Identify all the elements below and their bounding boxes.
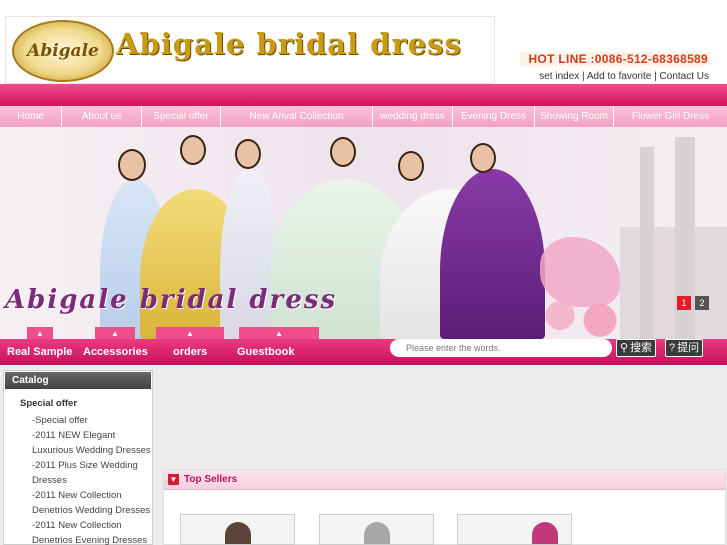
search-icon: ⚲ bbox=[620, 342, 629, 354]
product-image bbox=[532, 522, 558, 544]
slide-button-1[interactable]: 1 bbox=[677, 296, 691, 310]
model-head bbox=[180, 135, 206, 165]
banner-caption: Abigale bridal dress bbox=[5, 285, 338, 315]
sub-accessories[interactable]: Accessories bbox=[83, 346, 148, 358]
model-head bbox=[235, 139, 261, 169]
top-sellers-header: ▼ Top Sellers bbox=[164, 470, 725, 490]
search-button-label: 搜索 bbox=[630, 342, 653, 354]
ask-button-label: 提问 bbox=[677, 342, 700, 354]
search-input[interactable] bbox=[390, 339, 612, 357]
logo-title: Abigale bridal dress bbox=[116, 27, 462, 61]
catalog-section-title: Special offer bbox=[20, 398, 78, 409]
site-header: Abigale Abigale bridal dress HOT LINE :0… bbox=[0, 0, 727, 84]
product-thumbnail[interactable] bbox=[457, 514, 572, 545]
set-index-link[interactable]: set index bbox=[539, 71, 579, 82]
logo-emblem: Abigale bbox=[12, 20, 114, 82]
question-icon: ? bbox=[669, 342, 676, 354]
hero-banner[interactable]: Abigale bridal dress 1 2 bbox=[0, 127, 727, 339]
slide-button-2[interactable]: 2 bbox=[695, 296, 709, 310]
nav-special-offer[interactable]: Special offer bbox=[142, 106, 221, 127]
catalog-item[interactable]: -2011 Plus Size Wedding bbox=[20, 458, 152, 473]
catalog-item[interactable]: -Special offer bbox=[20, 413, 152, 428]
catalog-title: Catalog bbox=[5, 372, 151, 389]
nav-home[interactable]: Home bbox=[0, 106, 62, 127]
catalog-item[interactable]: Denetrios Wedding Dresses bbox=[20, 503, 152, 518]
catalog-item[interactable]: -2011 NEW Elegant bbox=[20, 428, 152, 443]
top-sellers-icon: ▼ bbox=[168, 474, 179, 485]
sub-orders[interactable]: orders bbox=[173, 346, 207, 358]
catalog-item[interactable]: -2011 New Collection bbox=[20, 488, 152, 503]
product-image bbox=[364, 522, 390, 544]
product-image bbox=[225, 522, 251, 544]
main-nav: Home About us Special offer New Arival C… bbox=[0, 106, 727, 127]
catalog-list: Special offer -Special offer -2011 NEW E… bbox=[4, 390, 152, 545]
catalog-item[interactable]: Dresses bbox=[20, 473, 152, 488]
page: Abigale Abigale bridal dress HOT LINE :0… bbox=[0, 0, 727, 545]
nav-about-us[interactable]: About us bbox=[62, 106, 142, 127]
nav-evening-dress[interactable]: Evening Dress bbox=[453, 106, 535, 127]
model-head bbox=[330, 137, 356, 167]
nav-new-arival-collection[interactable]: New Arival Collection bbox=[221, 106, 373, 127]
product-thumbnail[interactable] bbox=[180, 514, 295, 545]
catalog-sidebar: Catalog Special offer -Special offer -20… bbox=[3, 370, 153, 545]
top-sellers-title: Top Sellers bbox=[184, 474, 238, 485]
castle-wall bbox=[620, 227, 727, 339]
logo[interactable]: Abigale Abigale bridal dress bbox=[5, 16, 495, 84]
logo-emblem-text: Abigale bbox=[27, 41, 99, 61]
catalog-item[interactable]: -2011 New Collection bbox=[20, 518, 152, 533]
nav-flower-girl-dress[interactable]: Flower Girl Dress bbox=[614, 106, 727, 127]
sub-real-sample[interactable]: Real Sample bbox=[7, 346, 72, 358]
model-head bbox=[398, 151, 424, 181]
nav-showing-room[interactable]: Showing Room bbox=[535, 106, 614, 127]
hotline: HOT LINE :0086-512-68368589 bbox=[520, 52, 710, 66]
catalog-item[interactable]: Luxurious Wedding Dresses bbox=[20, 443, 152, 458]
add-to-favorite-link[interactable]: Add to favorite bbox=[587, 71, 651, 82]
top-links: set index | Add to favorite | Contact Us bbox=[539, 71, 709, 82]
nav-wedding-dress[interactable]: wedding dress bbox=[373, 106, 453, 127]
contact-us-link[interactable]: Contact Us bbox=[660, 71, 709, 82]
decorative-pink-bar bbox=[0, 84, 727, 106]
search-button[interactable]: ⚲ 搜索 bbox=[616, 339, 657, 357]
product-thumbnail[interactable] bbox=[319, 514, 434, 545]
sub-guestbook[interactable]: Guestbook bbox=[237, 346, 294, 358]
model-head bbox=[470, 143, 496, 173]
ask-button[interactable]: ? 提问 bbox=[665, 339, 704, 357]
top-sellers-panel: ▼ Top Sellers bbox=[163, 469, 726, 545]
model-head bbox=[118, 149, 146, 181]
catalog-item[interactable]: Denetrios Evening Dresses bbox=[20, 533, 152, 545]
